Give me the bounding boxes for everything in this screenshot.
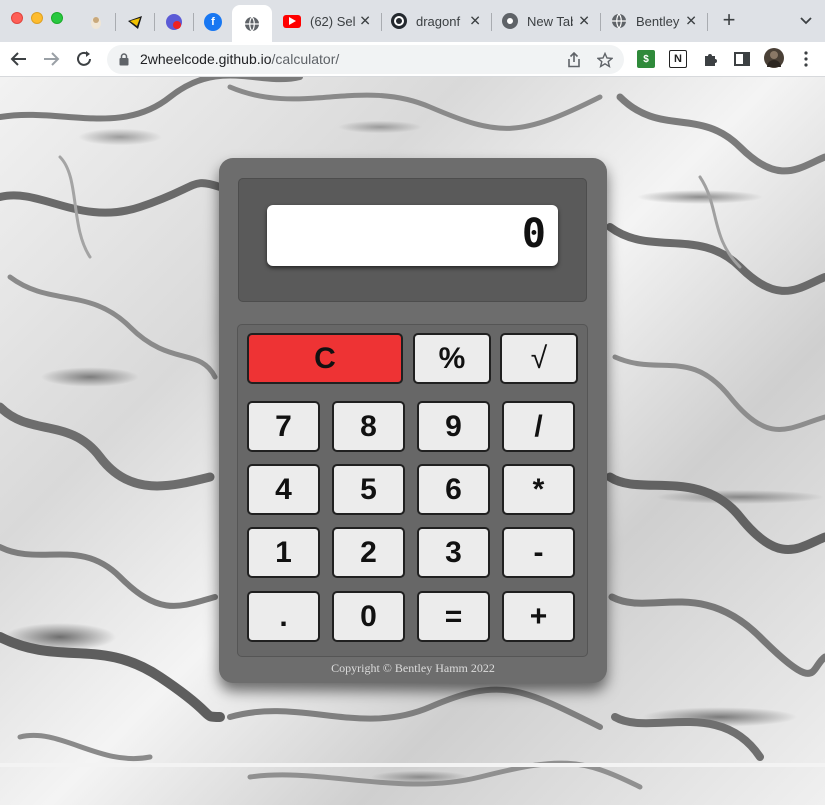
share-icon[interactable] [565,51,583,69]
tab-title: (62) Sel [310,13,356,29]
plus-button[interactable]: + [502,591,575,642]
side-panel-icon[interactable] [733,50,751,68]
close-tab-icon[interactable]: ✕ [685,13,697,30]
display-value: 0 [521,211,546,257]
dollar-extension-icon[interactable]: $ [637,50,655,68]
github-icon [391,13,407,29]
tab-calculator[interactable] [232,5,272,42]
four-button[interactable]: 4 [247,464,320,515]
close-tab-icon[interactable]: ✕ [359,13,371,30]
facebook-icon[interactable]: f [204,13,222,31]
globe-icon [611,13,627,29]
url-path: /calculator/ [271,51,340,67]
eight-button[interactable]: 8 [332,401,405,452]
pinned-tab-icon-1[interactable] [87,13,105,31]
decimal-button[interactable]: . [247,591,320,642]
minimize-window-button[interactable] [31,12,43,24]
seven-button[interactable]: 7 [247,401,320,452]
marble-background: 0 C % √ 7 8 9 / 4 5 6 * 1 2 3 - . 0 = + … [0,77,825,805]
tab-strip: f (62) Sel ✕ dragonf ✕ New Tab ✕ Bentley… [0,0,825,42]
minus-button[interactable]: - [502,527,575,578]
reload-icon[interactable] [74,49,94,69]
puzzle-extensions-icon[interactable] [701,50,719,68]
copyright-text: Copyright © Bentley Hamm 2022 [331,661,495,675]
forward-arrow-icon[interactable] [41,49,61,69]
page-band [0,763,825,767]
five-button[interactable]: 5 [332,464,405,515]
address-bar[interactable]: 2wheelcode.github.io/calculator/ [107,45,624,74]
tab-new-tab[interactable]: New Tab ✕ [494,0,598,42]
tab-github[interactable]: dragonf ✕ [385,0,489,42]
display-panel: 0 [238,178,587,302]
multiply-button[interactable]: * [502,464,575,515]
url-host: 2wheelcode.github.io [140,51,272,67]
pinned-tab-icon-2[interactable] [126,13,144,31]
calculator: 0 C % √ 7 8 9 / 4 5 6 * 1 2 3 - . 0 = + … [219,158,607,683]
keypad: C % √ 7 8 9 / 4 5 6 * 1 2 3 - . 0 = + [237,324,588,657]
tab-youtube[interactable]: (62) Sel ✕ [275,0,379,42]
lock-icon[interactable] [119,53,129,71]
one-button[interactable]: 1 [247,527,320,578]
display-screen: 0 [267,205,558,266]
tab-title: Bentley [636,13,680,29]
close-tab-icon[interactable]: ✕ [469,13,481,30]
equals-button[interactable]: = [417,591,490,642]
chrome-icon [502,13,518,29]
percent-button[interactable]: % [413,333,491,384]
browser-toolbar: 2wheelcode.github.io/calculator/ $ N [0,42,825,77]
globe-icon [244,16,260,32]
maximize-window-button[interactable] [51,12,63,24]
nine-button[interactable]: 9 [417,401,490,452]
tab-title: New Tab [527,13,573,29]
youtube-icon [283,14,301,28]
chevron-down-icon[interactable] [798,12,814,28]
tab-title: dragonf [416,13,461,29]
url-text: 2wheelcode.github.io/calculator/ [140,51,339,67]
profile-avatar[interactable] [764,48,784,68]
clear-button[interactable]: C [247,333,403,384]
bookmark-star-icon[interactable] [596,51,614,69]
six-button[interactable]: 6 [417,464,490,515]
three-button[interactable]: 3 [417,527,490,578]
sqrt-button[interactable]: √ [500,333,578,384]
pinned-tab-icon-3[interactable] [165,13,183,31]
back-arrow-icon[interactable] [9,49,29,69]
close-window-button[interactable] [11,12,23,24]
close-tab-icon[interactable]: ✕ [578,13,590,30]
notion-icon[interactable]: N [669,50,687,68]
tab-bentley[interactable]: Bentley ✕ [603,0,705,42]
new-tab-button[interactable]: + [719,9,739,31]
two-button[interactable]: 2 [332,527,405,578]
more-menu-icon[interactable] [797,50,815,68]
divide-button[interactable]: / [502,401,575,452]
zero-button[interactable]: 0 [332,591,405,642]
